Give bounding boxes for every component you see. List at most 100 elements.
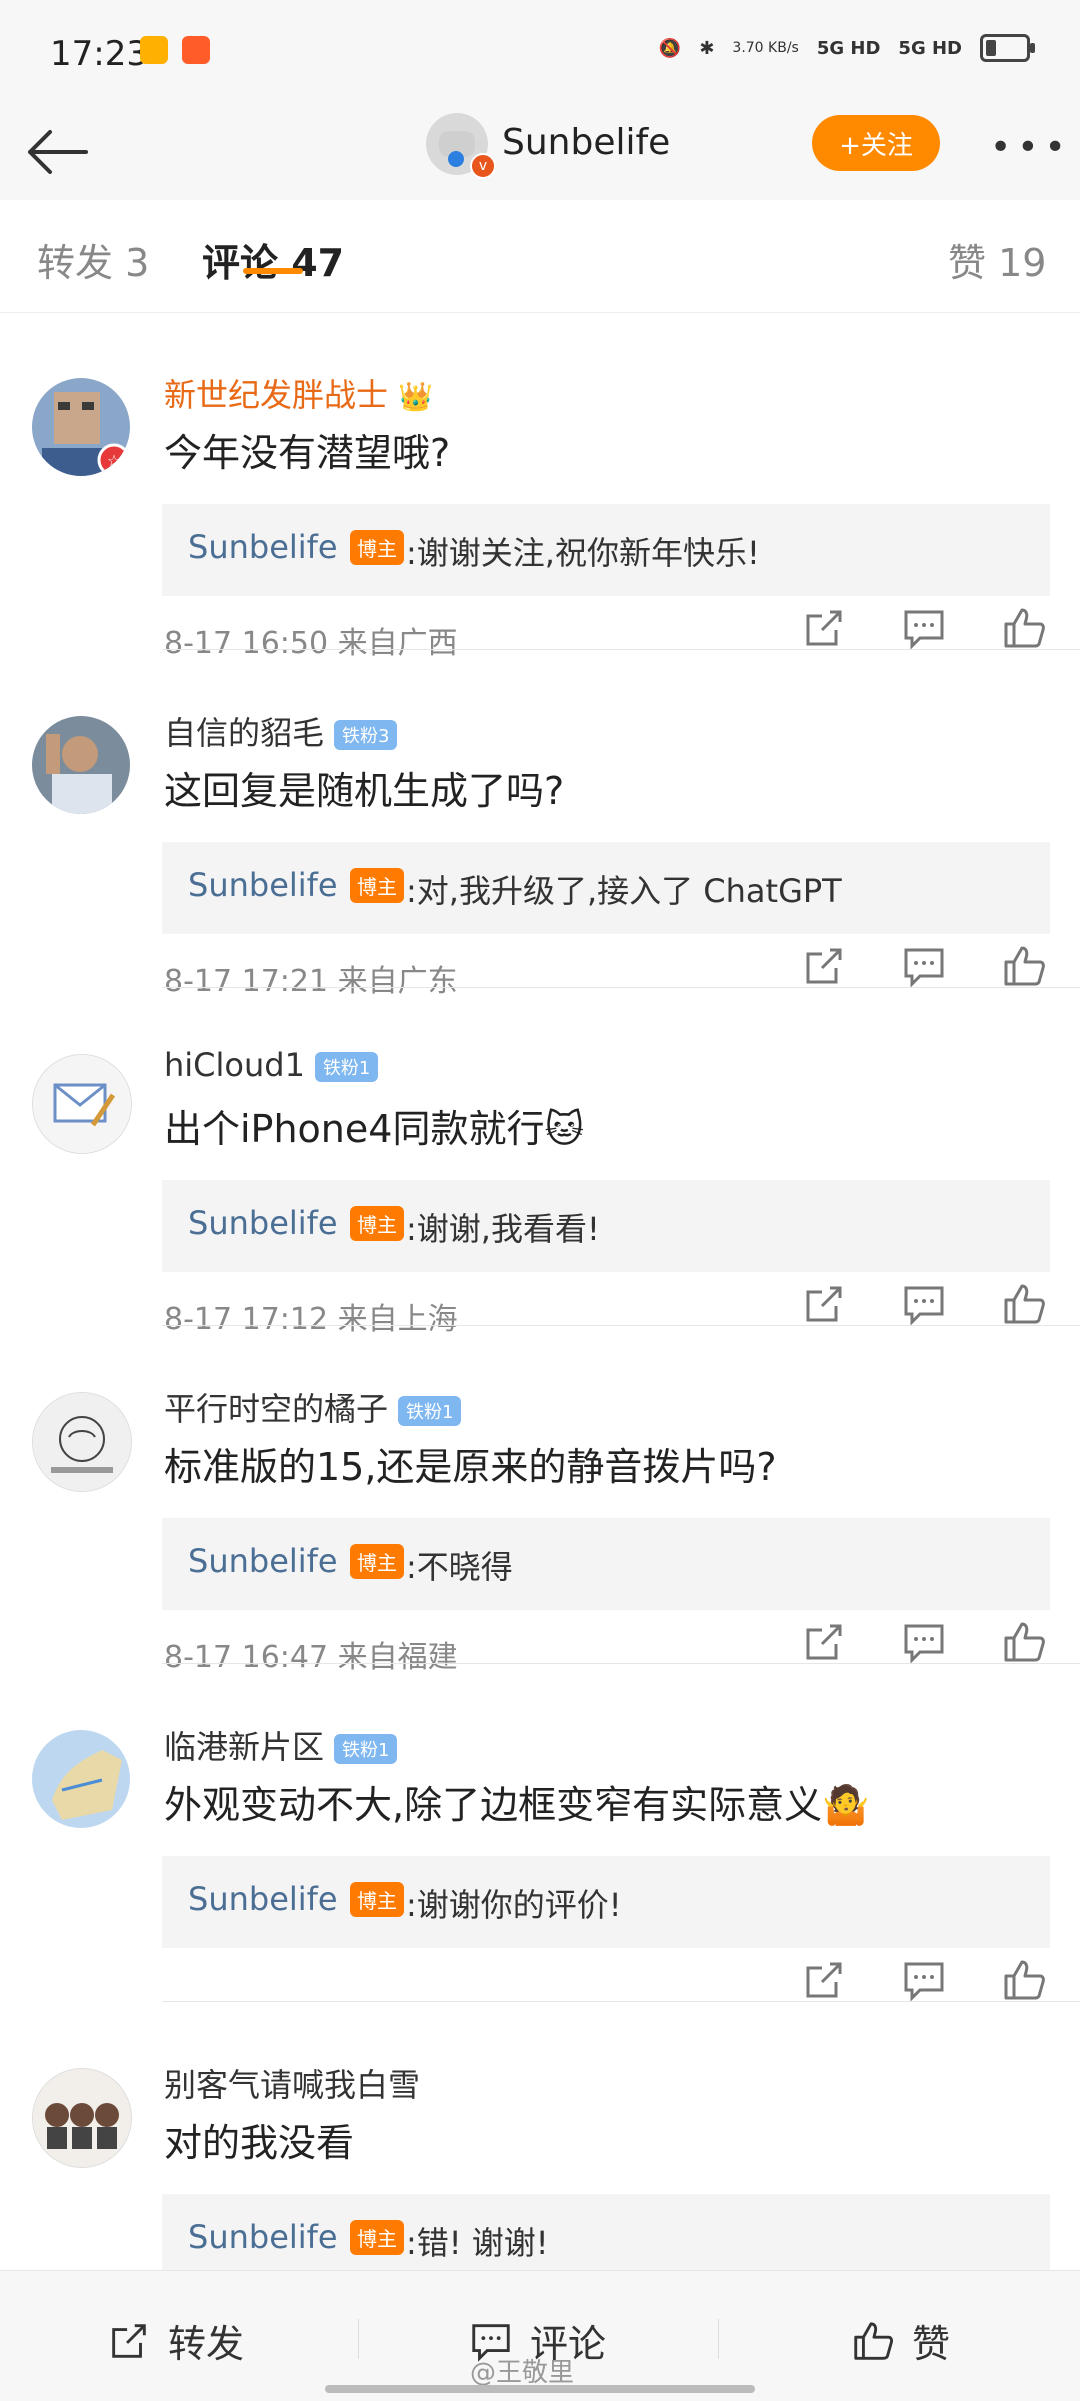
home-indicator[interactable] — [325, 2385, 755, 2393]
fan-badge: 铁粉1 — [314, 1052, 379, 1082]
battery-icon — [980, 34, 1035, 62]
back-arrow-icon — [28, 130, 88, 174]
comment-item: hiCloud1 铁粉1 出个iPhone4同款就行🐱 Sunbelife 博主 … — [0, 988, 1080, 1337]
avatar[interactable] — [32, 1054, 132, 1154]
commenter-name-text[interactable]: 新世纪发胖战士 — [164, 376, 388, 414]
like-icon — [854, 2321, 893, 2360]
avatar[interactable] — [32, 716, 130, 814]
tab-repost[interactable]: 转发 3 — [37, 232, 149, 287]
commenter-name[interactable]: hiCloud1 铁粉1 — [164, 1046, 379, 1084]
comment-item: 平行时空的橘子 铁粉1 标准版的15,还是原来的静音拨片吗? Sunbelife … — [0, 1326, 1080, 1675]
comment-text: 今年没有潜望哦? — [164, 431, 451, 475]
comment-text: 出个iPhone4同款就行🐱 — [164, 1107, 585, 1151]
tab-comments[interactable]: 评论 47 — [202, 232, 344, 287]
commenter-name-text[interactable]: 平行时空的橘子 — [164, 1390, 388, 1428]
repost-icon — [112, 2323, 146, 2358]
repost-label: 转发 — [168, 2322, 245, 2366]
watermark: @王敬里 — [470, 2358, 575, 2388]
signal-2: 5G HD — [898, 37, 962, 59]
repost-icon[interactable] — [800, 1280, 848, 1328]
repost-icon[interactable] — [800, 942, 848, 990]
reply-text: :对,我升级了,接入了 ChatGPT — [406, 872, 842, 910]
avatar[interactable] — [32, 1730, 130, 1828]
like-icon[interactable] — [1000, 604, 1048, 652]
reply-text: :不晓得 — [406, 1548, 513, 1586]
author-badge: 博主 — [350, 1544, 404, 1579]
fan-badge: 铁粉3 — [334, 720, 398, 750]
comment-item: ☆ 新世纪发胖战士 👑 今年没有潜望哦? Sunbelife 博主 :谢谢关注,祝… — [0, 312, 1080, 661]
back-button[interactable] — [22, 125, 92, 180]
reply-author[interactable]: Sunbelife — [188, 528, 338, 566]
crown-icon: 👑 — [398, 380, 433, 413]
repost-button[interactable]: 转发 — [106, 2313, 244, 2368]
commenter-name-text[interactable]: 别客气请喊我白雪 — [164, 2066, 420, 2104]
follow-button[interactable]: +关注 — [812, 115, 940, 171]
reply-text: :错! 谢谢! — [406, 2224, 549, 2262]
commenter-name-text[interactable]: 临港新片区 — [164, 1728, 324, 1766]
repost-icon[interactable] — [800, 1956, 848, 2004]
comment-icon[interactable] — [900, 942, 948, 990]
tab-likes[interactable]: 赞 19 — [948, 232, 1046, 287]
reply-author[interactable]: Sunbelife — [188, 1542, 338, 1580]
commenter-name[interactable]: 自信的貂毛 铁粉3 — [164, 708, 398, 754]
reply-box[interactable]: Sunbelife 博主 :谢谢,我看看! — [162, 1180, 1050, 1272]
mute-icon: 🔕 — [658, 37, 682, 59]
signal-1: 5G HD — [816, 37, 881, 59]
like-icon[interactable] — [1000, 942, 1048, 990]
comment-text: 对的我没看 — [164, 2121, 355, 2165]
verified-icon: v — [470, 153, 496, 179]
commenter-name[interactable]: 别客气请喊我白雪 — [164, 2060, 420, 2106]
reply-text: :谢谢你的评价! — [406, 1886, 622, 1924]
comment-icon[interactable] — [900, 1280, 948, 1328]
comment-icon[interactable] — [900, 1618, 948, 1666]
commenter-name-text[interactable]: 自信的貂毛 — [164, 714, 324, 752]
like-icon[interactable] — [1000, 1618, 1048, 1666]
status-bar: 17:23 🔕 ✱ 3.70 KB/s 5G HD 5G HD — [0, 0, 1080, 105]
tab-underline — [243, 268, 303, 274]
top-bar: v Sunbelife +关注 ••• — [0, 105, 1080, 201]
like-button[interactable]: 赞 — [850, 2313, 950, 2368]
weibo-icon — [182, 36, 210, 64]
commenter-name[interactable]: 平行时空的橘子 铁粉1 — [164, 1384, 462, 1430]
more-icon[interactable]: ••• — [990, 127, 1072, 168]
repost-icon[interactable] — [800, 604, 848, 652]
bluetooth-icon: ✱ — [699, 37, 715, 59]
reply-author[interactable]: Sunbelife — [188, 2218, 338, 2256]
fan-badge: 铁粉1 — [334, 1734, 398, 1764]
net-speed: 3.70 KB/s — [732, 40, 799, 56]
author-badge: 博主 — [350, 2220, 404, 2255]
reply-author[interactable]: Sunbelife — [188, 1204, 338, 1242]
comment-item: 自信的貂毛 铁粉3 这回复是随机生成了吗? Sunbelife 博主 :对,我升级… — [0, 650, 1080, 999]
reply-box[interactable]: Sunbelife 博主 :不晓得 — [162, 1518, 1050, 1610]
reply-author[interactable]: Sunbelife — [188, 866, 338, 904]
comment-icon[interactable] — [900, 604, 948, 652]
comment-item: 临港新片区 铁粉1 外观变动不大,除了边框变窄有实际意义🤷 Sunbelife 博… — [0, 1664, 1080, 2002]
avatar[interactable] — [32, 2068, 132, 2168]
avatar[interactable]: ☆ — [32, 378, 130, 476]
author-badge: 博主 — [350, 1206, 404, 1241]
reply-box[interactable]: Sunbelife 博主 :谢谢你的评价! — [162, 1856, 1050, 1948]
like-icon[interactable] — [1000, 1956, 1048, 2004]
like-label: 赞 — [912, 2322, 951, 2366]
comment-icon[interactable] — [900, 1956, 948, 2004]
reply-text: :谢谢关注,祝你新年快乐! — [406, 534, 760, 572]
svg-text:☆: ☆ — [107, 451, 121, 470]
reply-author[interactable]: Sunbelife — [188, 1880, 338, 1918]
like-icon[interactable] — [1000, 1280, 1048, 1328]
comment-item: 别客气请喊我白雪 对的我没看 Sunbelife 博主 :错! 谢谢! — [0, 2002, 1080, 2286]
avatar[interactable] — [32, 1392, 132, 1492]
reply-text: :谢谢,我看看! — [406, 1210, 600, 1248]
repost-icon[interactable] — [800, 1618, 848, 1666]
status-time: 17:23 — [50, 34, 148, 74]
reply-box[interactable]: Sunbelife 博主 :谢谢关注,祝你新年快乐! — [162, 504, 1050, 596]
page-title[interactable]: Sunbelife — [502, 122, 670, 163]
comment-text: 外观变动不大,除了边框变窄有实际意义🤷 — [164, 1783, 870, 1827]
commenter-name[interactable]: 新世纪发胖战士 👑 — [164, 370, 433, 416]
comment-text: 这回复是随机生成了吗? — [164, 769, 565, 813]
commenter-name-text[interactable]: hiCloud1 — [164, 1046, 305, 1084]
reply-box[interactable]: Sunbelife 博主 :对,我升级了,接入了 ChatGPT — [162, 842, 1050, 934]
fan-badge: 铁粉1 — [398, 1396, 462, 1426]
author-badge: 博主 — [350, 1882, 404, 1917]
comment-text: 标准版的15,还是原来的静音拨片吗? — [164, 1445, 777, 1489]
commenter-name[interactable]: 临港新片区 铁粉1 — [164, 1722, 398, 1768]
